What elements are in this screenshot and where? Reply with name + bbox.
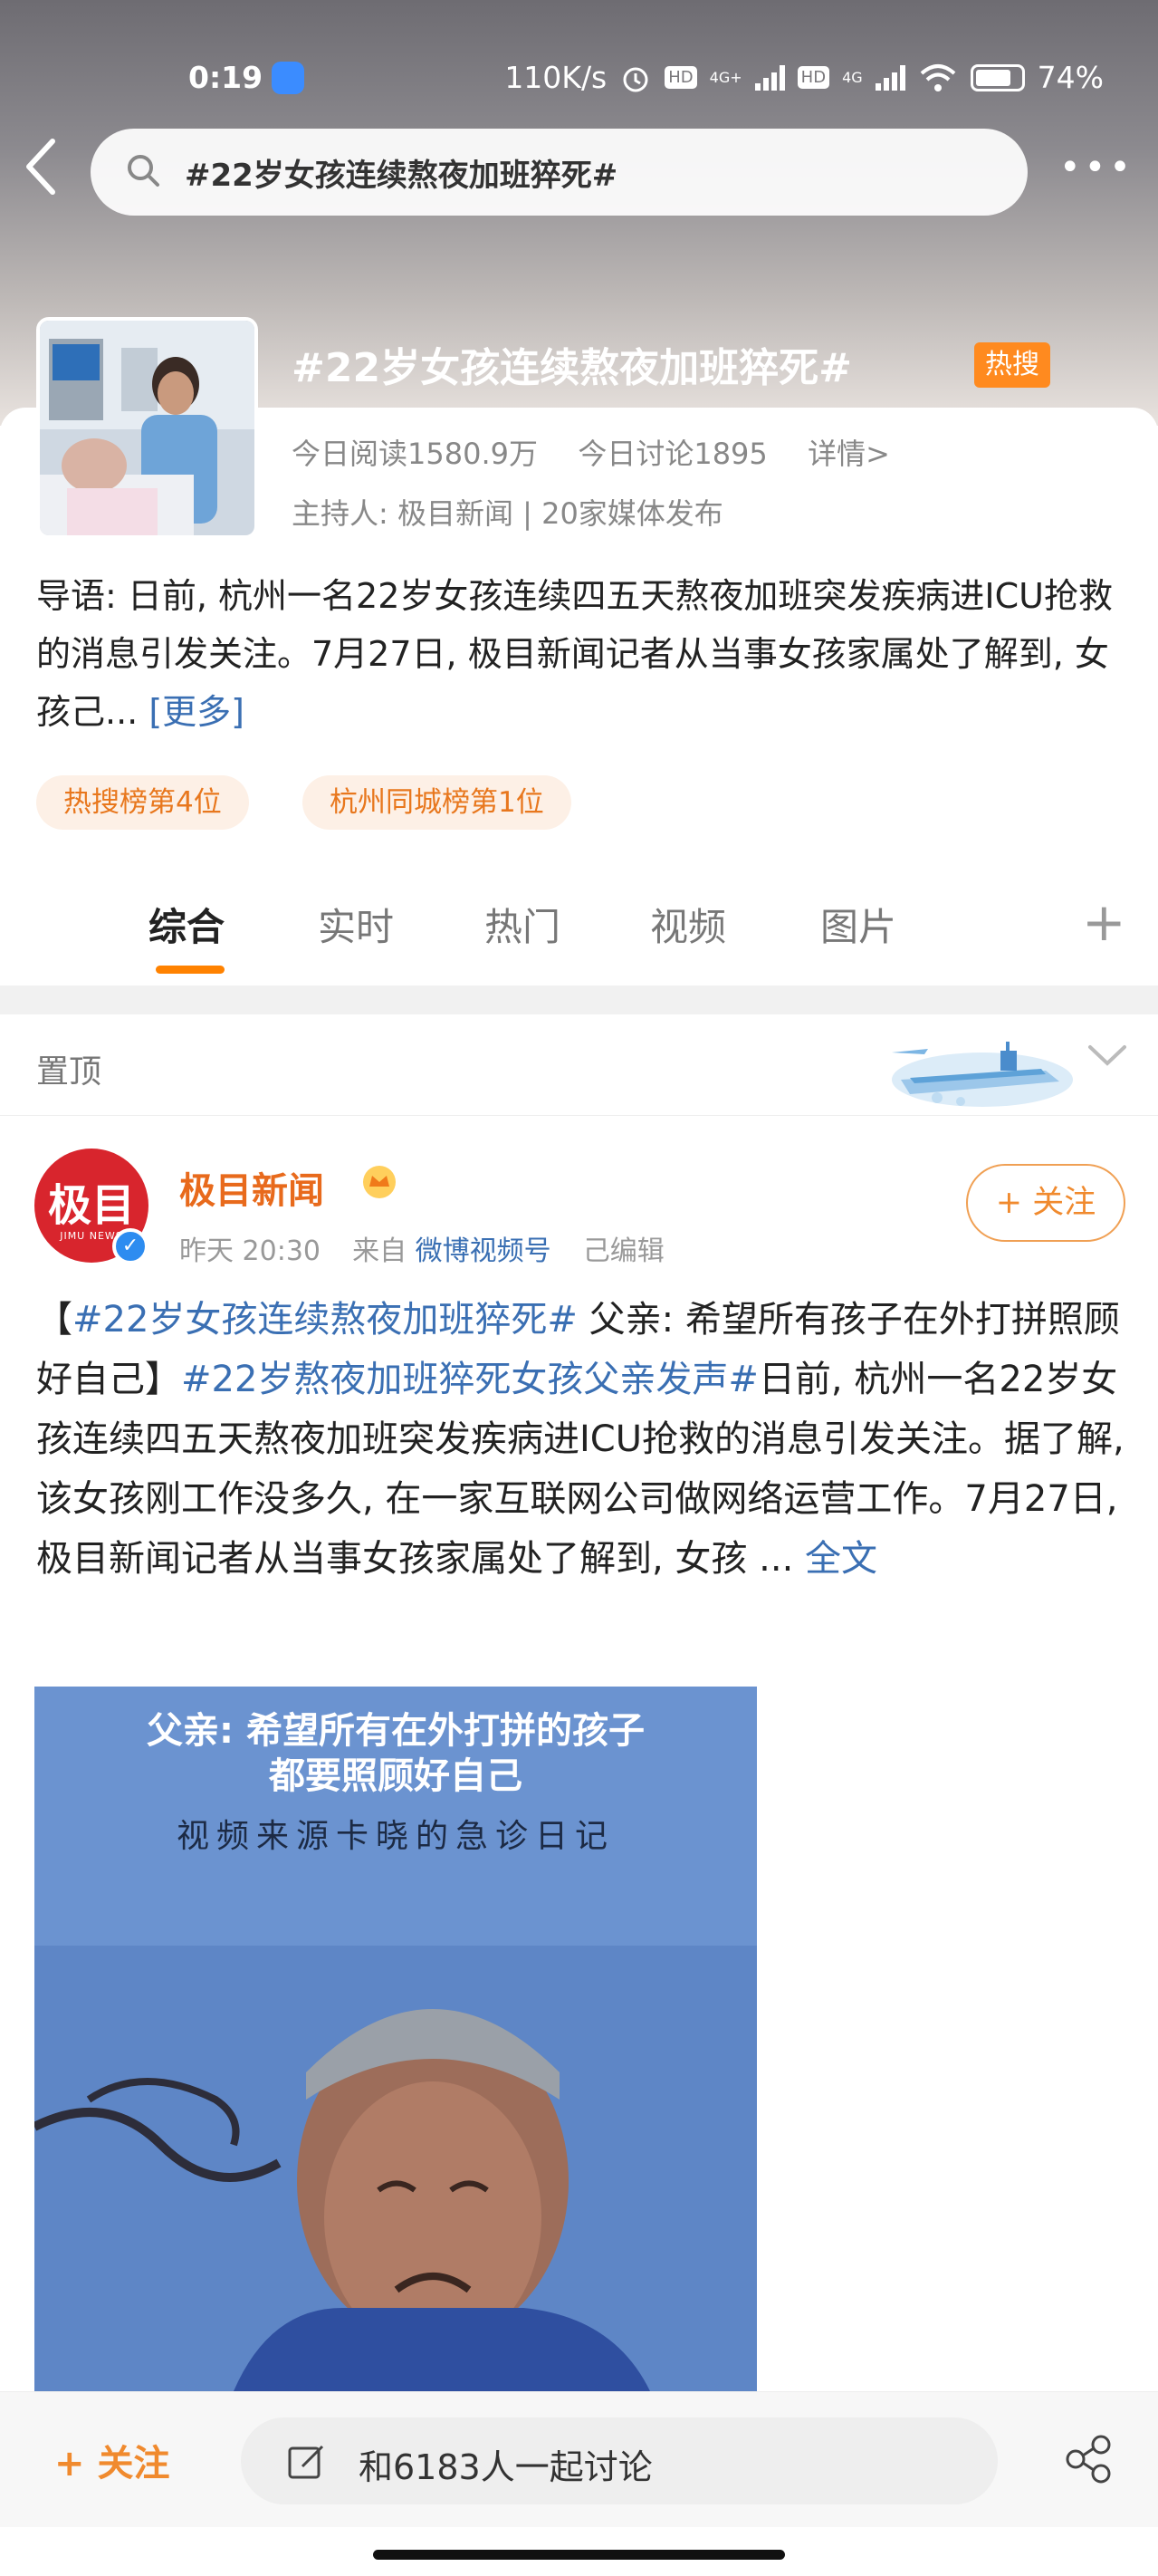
- topic-intro: 导语: 日前, 杭州一名22岁女孩连续四五天熬夜加班突发疾病进ICU抢救的消息引…: [36, 567, 1123, 741]
- search-icon: [128, 155, 159, 187]
- pinned-label: 置顶: [36, 1053, 102, 1091]
- bottom-action-bar: + 关注 和6183人一起讨论: [0, 2391, 1158, 2527]
- topic-stats: 今日阅读1580.9万 今日讨论1895 详情>: [292, 431, 890, 473]
- hd-icon-2: HD: [797, 66, 830, 89]
- chevron-left-icon: [26, 139, 55, 195]
- pinned-header[interactable]: 置顶: [0, 1014, 1158, 1116]
- author-name[interactable]: 极目新闻: [179, 1161, 324, 1214]
- follow-button[interactable]: + 关注: [966, 1164, 1125, 1242]
- verified-badge-icon: ✓: [112, 1228, 148, 1264]
- details-link[interactable]: 详情>: [808, 437, 890, 471]
- alarm-icon: [623, 67, 648, 91]
- today-discussions: 今日讨论1895: [578, 437, 768, 471]
- home-indicator[interactable]: [373, 2550, 785, 2560]
- video-source-line: 视频来源卡晓的急诊日记: [176, 1818, 615, 1855]
- hospital-scene-image: [40, 321, 254, 535]
- network-type-label: 4G+: [709, 69, 742, 86]
- today-reads: 今日阅读1580.9万: [292, 437, 538, 471]
- back-button[interactable]: [22, 138, 72, 201]
- video-caption-line2: 都要照顾好自己: [269, 1755, 522, 1797]
- bottom-follow-button[interactable]: + 关注: [54, 2434, 169, 2486]
- vip-crown-icon: [363, 1166, 396, 1198]
- tab-hot[interactable]: 热门: [484, 897, 560, 952]
- topic-thumbnail[interactable]: [36, 317, 258, 539]
- edit-icon: [288, 2445, 324, 2479]
- topic-tabs: 综合 实时 热门 视频 图片 +: [0, 891, 1158, 987]
- hot-search-badge: 热搜: [974, 342, 1050, 388]
- post-edited-label: 己编辑: [582, 1235, 665, 1267]
- search-bar[interactable]: #22岁女孩连续熬夜加班猝死#: [91, 129, 1028, 216]
- active-tab-indicator: [156, 966, 225, 974]
- discuss-input[interactable]: 和6183人一起讨论: [241, 2417, 998, 2504]
- post-meta: 昨天 20:30 来自 微博视频号 己编辑: [179, 1228, 665, 1268]
- signal-icon: [754, 64, 785, 91]
- battery-level: 74%: [1037, 60, 1104, 95]
- rank-tag-hot-search[interactable]: 热搜榜第4位: [36, 775, 249, 830]
- battery-icon: [970, 63, 1025, 91]
- status-time: 0:19: [188, 60, 263, 95]
- topic-title: #22岁女孩连续熬夜加班猝死#: [292, 345, 852, 391]
- section-divider: [0, 985, 1158, 1014]
- full-text-link[interactable]: 全文: [805, 1538, 877, 1580]
- tab-video[interactable]: 视频: [650, 897, 726, 952]
- hd-icon: HD: [665, 66, 697, 89]
- search-query: #22岁女孩连续熬夜加班猝死#: [185, 158, 618, 194]
- post-source-link[interactable]: 微博视频号: [416, 1235, 551, 1267]
- chevron-down-icon[interactable]: [1086, 1042, 1128, 1069]
- intro-more-link[interactable]: [更多]: [148, 692, 244, 732]
- more-options-button[interactable]: •••: [1059, 147, 1134, 188]
- status-bar: 0:19 110K/s HD 4G+ HD 4G 74%: [0, 54, 1158, 109]
- post-time: 昨天 20:30: [179, 1235, 321, 1267]
- rank-tag-hangzhou[interactable]: 杭州同城榜第1位: [302, 775, 571, 830]
- wifi-icon: [920, 63, 955, 91]
- post-body: 【#22岁女孩连续熬夜加班猝死# 父亲: 希望所有孩子在外打拼照顾好自己】#22…: [36, 1290, 1132, 1589]
- tab-realtime[interactable]: 实时: [318, 897, 394, 952]
- add-tab-icon[interactable]: +: [1082, 891, 1126, 953]
- tab-images[interactable]: 图片: [820, 897, 896, 952]
- tab-comprehensive[interactable]: 综合: [148, 897, 225, 952]
- status-indicators: 110K/s HD 4G+ HD 4G 74%: [504, 60, 1104, 95]
- share-icon[interactable]: [1063, 2434, 1114, 2485]
- signal-icon-2: [875, 64, 905, 91]
- video-player[interactable]: 父亲: 希望所有在外打拼的孩子 都要照顾好自己 视频来源卡晓的急诊日记: [34, 1674, 757, 2391]
- topic-host[interactable]: 主持人: 极目新闻 | 20家媒体发布: [292, 491, 723, 533]
- app-notification-icon: [272, 62, 304, 94]
- network-speed: 110K/s: [504, 60, 608, 95]
- post-from-label: 来自: [352, 1235, 407, 1267]
- discuss-placeholder: 和6183人一起讨论: [359, 2447, 653, 2487]
- avatar-logo-text: 极目: [47, 1180, 135, 1231]
- hashtag-link-2[interactable]: #22岁熬夜加班猝死女孩父亲发声#: [181, 1359, 759, 1400]
- aircraft-carrier-illustration: [892, 1042, 1073, 1107]
- network-type-label-2: 4G: [842, 69, 863, 86]
- post-text-bracket: 【: [36, 1299, 72, 1341]
- hashtag-link[interactable]: #22岁女孩连续熬夜加班猝死#: [72, 1299, 578, 1341]
